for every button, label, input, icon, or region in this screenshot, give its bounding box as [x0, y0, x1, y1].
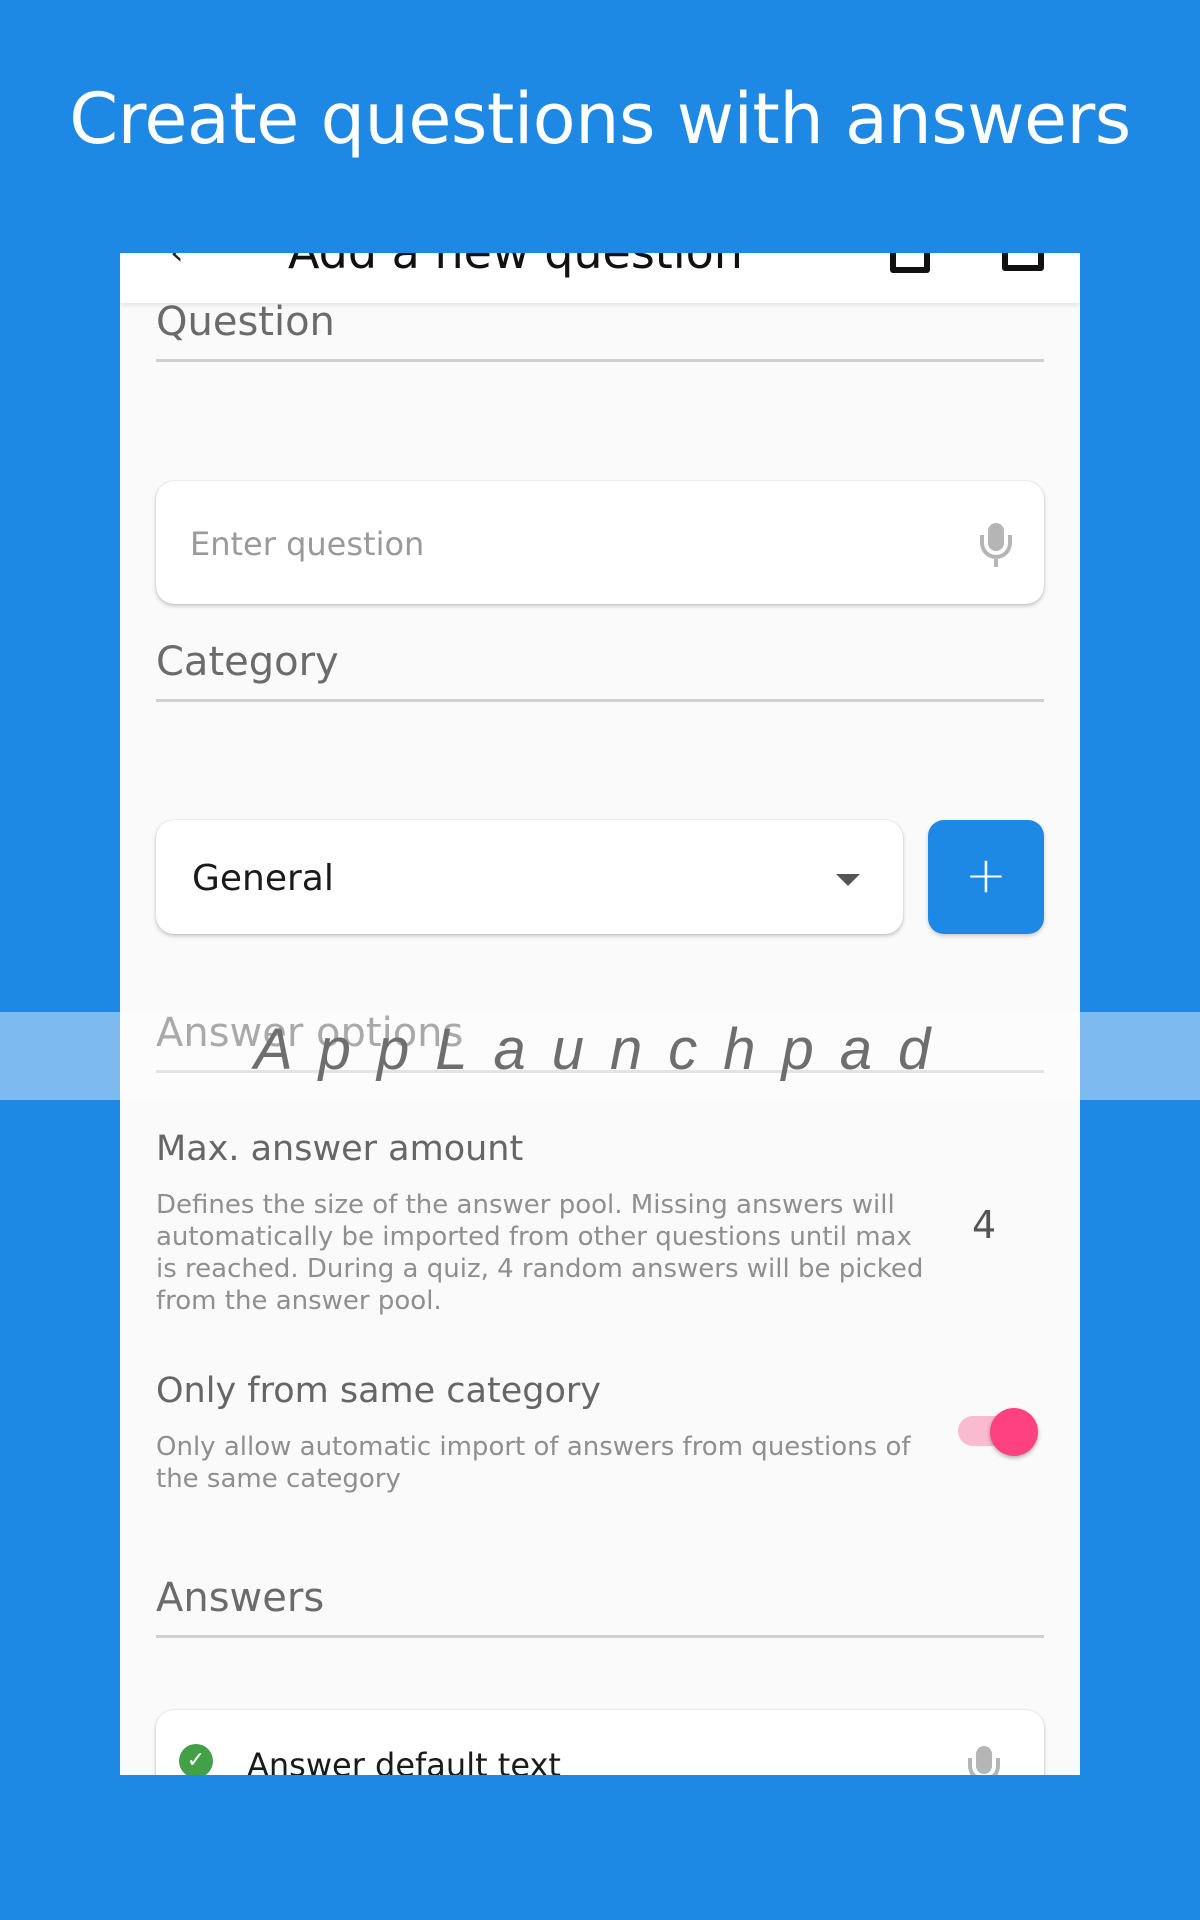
same-category-description: Only allow automatic import of answers f… — [156, 1432, 911, 1494]
answer-item[interactable]: ✓ Answer default text — [156, 1710, 1044, 1775]
app-bar-title: Add a new question — [288, 253, 743, 279]
toggle-knob[interactable] — [990, 1408, 1038, 1456]
page-headline: Create questions with answers — [69, 78, 1131, 160]
question-input-placeholder: Enter question — [190, 525, 425, 563]
max-answer-title: Max. answer amount — [156, 1129, 524, 1169]
max-answer-value[interactable]: 4 — [972, 1203, 996, 1247]
arrow-back-icon[interactable]: ‹ — [170, 253, 184, 273]
question-input[interactable]: Enter question — [156, 481, 1044, 604]
clipboard-icon[interactable] — [890, 253, 930, 273]
answers-section-label: Answers — [156, 1575, 1044, 1638]
category-select[interactable]: General — [156, 820, 903, 934]
save-icon[interactable] — [1002, 253, 1044, 271]
category-selected-value: General — [192, 858, 334, 899]
same-category-title: Only from same category — [156, 1371, 601, 1411]
app-bar: ‹ Add a new question — [120, 253, 1080, 303]
max-answer-description: Defines the size of the answer pool. Mis… — [156, 1190, 924, 1316]
dropdown-arrow-icon — [836, 874, 860, 886]
check-circle-icon[interactable]: ✓ — [179, 1744, 213, 1775]
category-section-label: Category — [156, 639, 1044, 702]
add-category-button[interactable]: + — [928, 820, 1044, 934]
question-section-label: Question — [156, 299, 1044, 362]
watermark-text: AppLaunchpad — [254, 1017, 957, 1082]
answer-text[interactable]: Answer default text — [247, 1746, 561, 1775]
